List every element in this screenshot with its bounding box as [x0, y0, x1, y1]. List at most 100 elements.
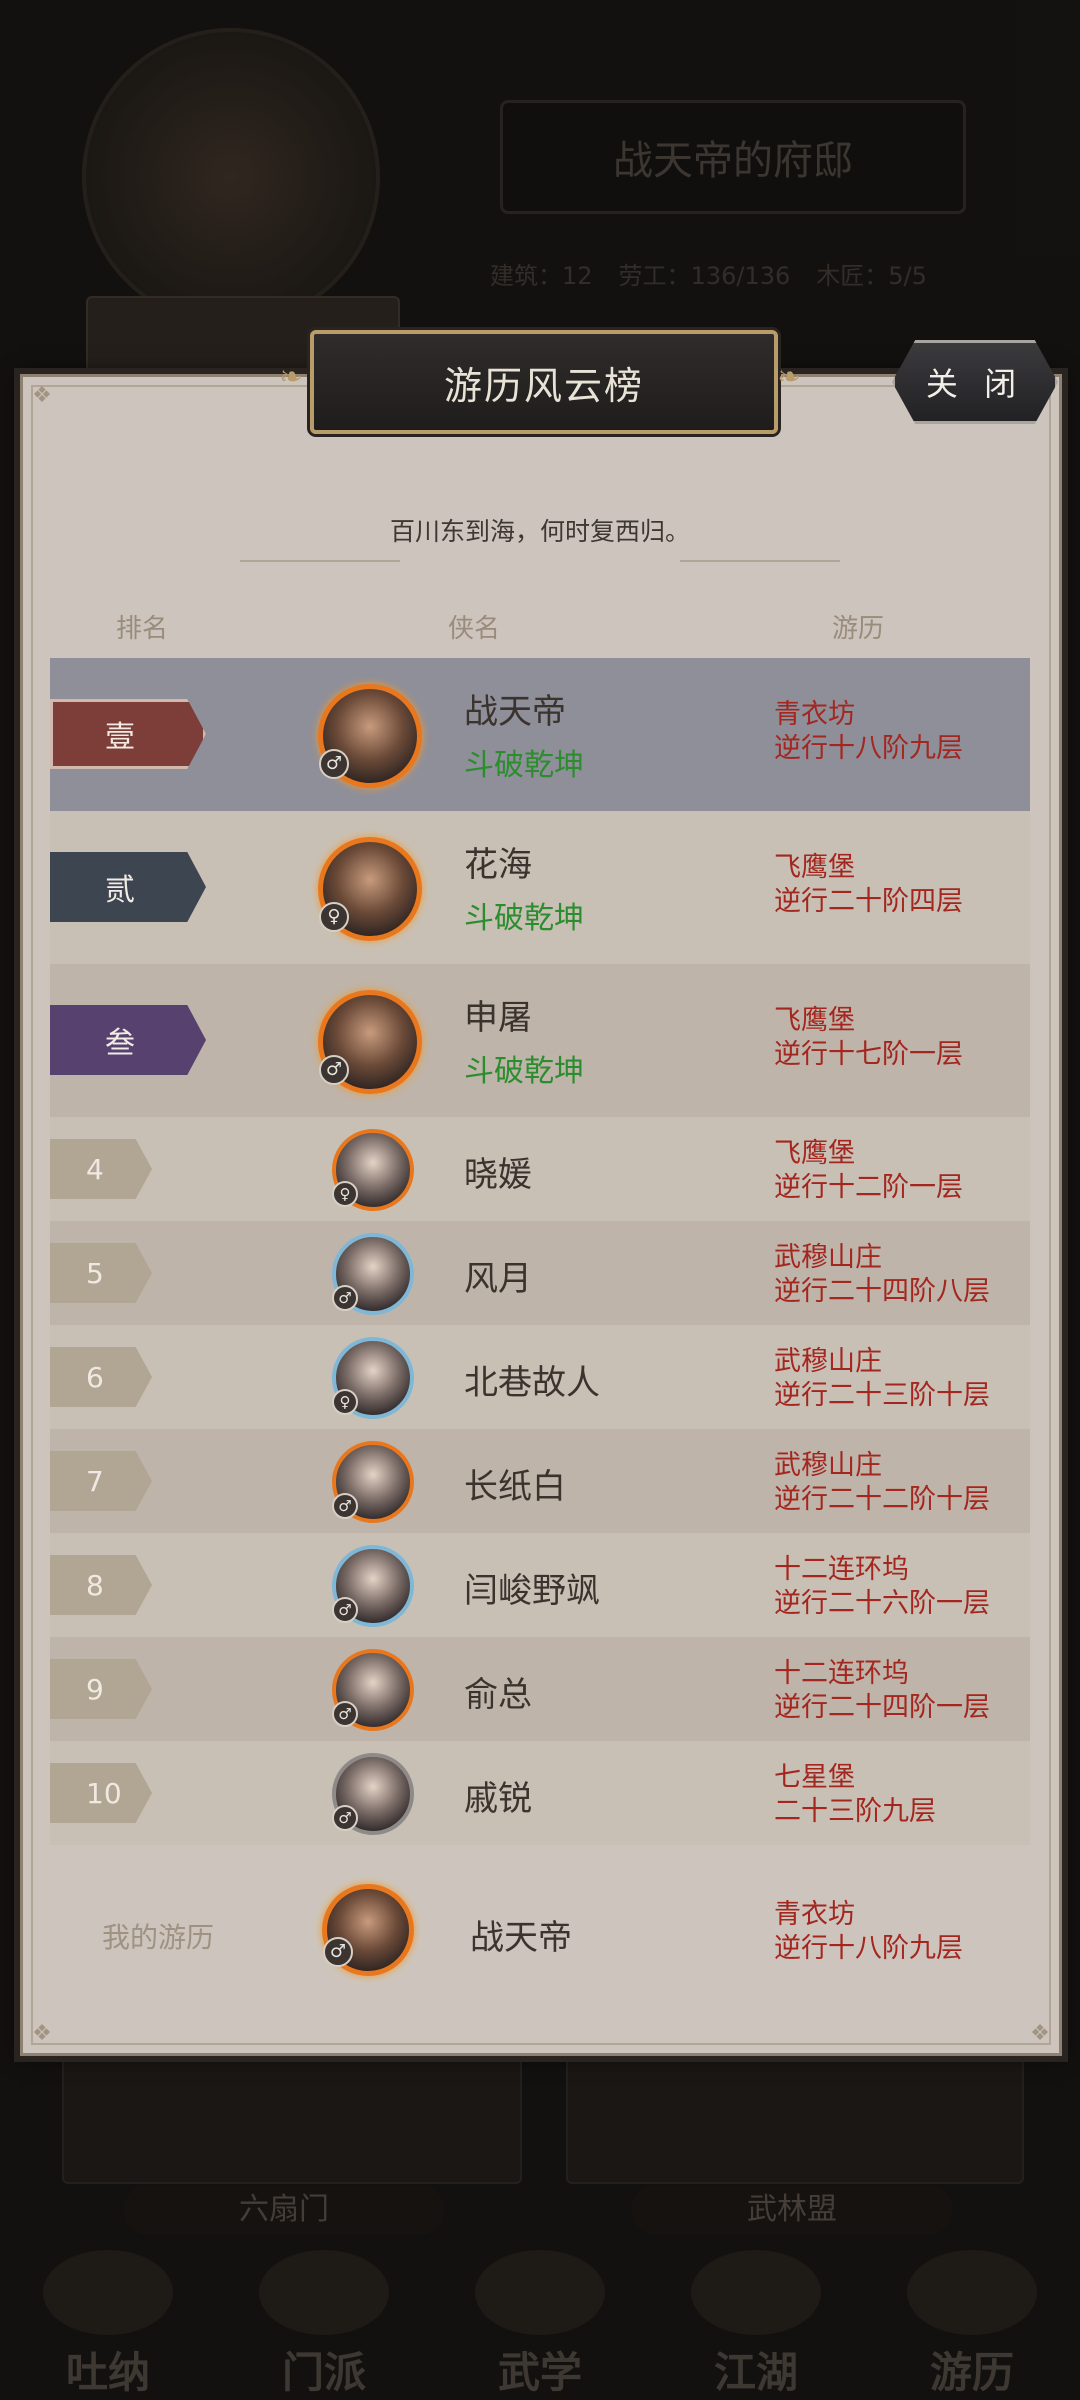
player-name: 戚锐	[464, 1779, 532, 1819]
rank-badge: 6	[50, 1347, 152, 1407]
travel-place: 武穆山庄	[774, 1346, 882, 1377]
motto-divider-left	[240, 560, 400, 562]
travel-place: 武穆山庄	[774, 1450, 882, 1481]
column-header-travel: 游历	[832, 614, 885, 644]
travel-level: 逆行二十四阶八层	[774, 1276, 990, 1307]
rank-badge: 7	[50, 1451, 152, 1511]
player-name: 北巷故人	[464, 1363, 600, 1403]
rank-number: 9	[86, 1672, 104, 1706]
travel-place: 青衣坊	[774, 1899, 855, 1930]
rank-number: 4	[86, 1152, 104, 1186]
travel-progress: 青衣坊 逆行十八阶九层	[774, 698, 963, 766]
player-avatar[interactable]: ♂	[332, 1649, 414, 1731]
player-avatar[interactable]: ♂	[318, 990, 422, 1094]
rank-number: 6	[86, 1360, 104, 1394]
player-avatar[interactable]: ♂	[332, 1233, 414, 1315]
ranking-row[interactable]: 10 ♂ 戚锐 七星堡 二十三阶九层	[50, 1741, 1030, 1845]
ranking-row[interactable]: 5 ♂ 风月 武穆山庄 逆行二十四阶八层	[50, 1221, 1030, 1325]
travel-progress: 飞鹰堡 逆行十二阶一层	[774, 1137, 963, 1205]
travel-place: 飞鹰堡	[774, 1138, 855, 1169]
ranking-row[interactable]: 贰 ♀ 花海 斗破乾坤 飞鹰堡 逆行二十阶四层	[50, 811, 1030, 964]
travel-progress: 十二连环坞 逆行二十四阶一层	[774, 1657, 990, 1725]
rank-badge: 壹	[50, 699, 206, 769]
my-travel-row: 我的游历 ♂ 战天帝 青衣坊 逆行十八阶九层	[50, 1862, 1030, 2002]
player-avatar[interactable]: ♀	[318, 837, 422, 941]
player-avatar[interactable]: ♀	[332, 1337, 414, 1419]
travel-place: 武穆山庄	[774, 1242, 882, 1273]
ranking-row[interactable]: 叁 ♂ 申屠 斗破乾坤 飞鹰堡 逆行十七阶一层	[50, 964, 1030, 1117]
title-ornament-icon: ❧	[279, 360, 303, 393]
travel-progress: 武穆山庄 逆行二十三阶十层	[774, 1345, 990, 1413]
travel-progress: 七星堡 二十三阶九层	[774, 1761, 936, 1829]
player-name: 申屠	[464, 998, 532, 1038]
travel-level: 逆行二十六阶一层	[774, 1588, 990, 1619]
travel-level: 逆行十二阶一层	[774, 1172, 963, 1203]
title-ornament-icon: ❧	[777, 360, 801, 393]
rank-badge: 5	[50, 1243, 152, 1303]
travel-progress: 武穆山庄 逆行二十四阶八层	[774, 1241, 990, 1309]
player-avatar[interactable]: ♂	[332, 1441, 414, 1523]
male-icon: ♂	[332, 1597, 358, 1623]
travel-level: 逆行十八阶九层	[774, 1933, 963, 1964]
ranking-row[interactable]: 9 ♂ 俞总 十二连环坞 逆行二十四阶一层	[50, 1637, 1030, 1741]
player-name: 闫峻野飒	[464, 1571, 600, 1611]
rank-number: 5	[86, 1256, 104, 1290]
travel-progress: 飞鹰堡 逆行二十阶四层	[774, 851, 963, 919]
close-button[interactable]: 关 闭	[892, 340, 1058, 424]
ranking-row[interactable]: 4 ♀ 晓媛 飞鹰堡 逆行十二阶一层	[50, 1117, 1030, 1221]
travel-level: 逆行二十阶四层	[774, 886, 963, 917]
male-icon: ♂	[332, 1493, 358, 1519]
player-name: 花海	[464, 845, 532, 885]
travel-level: 逆行十七阶一层	[774, 1039, 963, 1070]
modal-title-plate: 游历风云榜	[310, 330, 778, 434]
player-sect: 斗破乾坤	[464, 901, 584, 936]
female-icon: ♀	[319, 902, 349, 932]
female-icon: ♀	[332, 1389, 358, 1415]
player-avatar[interactable]: ♂	[332, 1545, 414, 1627]
my-name: 战天帝	[470, 1918, 572, 1958]
ranking-row[interactable]: 壹 ♂ 战天帝 斗破乾坤 青衣坊 逆行十八阶九层	[50, 658, 1030, 811]
travel-progress: 十二连环坞 逆行二十六阶一层	[774, 1553, 990, 1621]
corner-ornament-icon: ❖	[32, 2021, 52, 2046]
travel-level: 逆行十八阶九层	[774, 733, 963, 764]
corner-ornament-icon: ❖	[32, 383, 52, 408]
ranking-row[interactable]: 7 ♂ 长纸白 武穆山庄 逆行二十二阶十层	[50, 1429, 1030, 1533]
travel-place: 十二连环坞	[774, 1554, 909, 1585]
modal-title: 游历风云榜	[443, 363, 644, 408]
travel-place: 七星堡	[774, 1762, 855, 1793]
column-header-rank: 排名	[116, 614, 169, 644]
travel-progress: 武穆山庄 逆行二十二阶十层	[774, 1449, 990, 1517]
player-avatar[interactable]: ♂	[318, 684, 422, 788]
player-sect: 斗破乾坤	[464, 1054, 584, 1089]
player-name: 晓媛	[464, 1155, 532, 1195]
rank-number: 叁	[105, 1026, 135, 1061]
travel-level: 逆行二十四阶一层	[774, 1692, 990, 1723]
player-name: 俞总	[464, 1675, 532, 1715]
travel-level: 逆行二十二阶十层	[774, 1484, 990, 1515]
ranking-row[interactable]: 6 ♀ 北巷故人 武穆山庄 逆行二十三阶十层	[50, 1325, 1030, 1429]
motto-text: 百川东到海，何时复西归。	[389, 517, 690, 546]
player-avatar[interactable]: ♂	[332, 1753, 414, 1835]
rank-number: 10	[86, 1776, 122, 1810]
rank-number: 7	[86, 1464, 104, 1498]
rank-badge: 4	[50, 1139, 152, 1199]
my-travel-progress: 青衣坊 逆行十八阶九层	[774, 1898, 963, 1966]
ranking-list[interactable]: 壹 ♂ 战天帝 斗破乾坤 青衣坊 逆行十八阶九层 贰 ♀ 花海 斗破乾坤 飞鹰堡逆…	[50, 658, 1030, 1845]
travel-place: 飞鹰堡	[774, 852, 855, 883]
travel-place: 十二连环坞	[774, 1658, 909, 1689]
my-travel-label: 我的游历	[102, 1921, 215, 1954]
player-name: 长纸白	[464, 1467, 566, 1507]
travel-level: 逆行二十三阶十层	[774, 1380, 990, 1411]
player-sect: 斗破乾坤	[464, 748, 584, 783]
rank-badge: 10	[50, 1763, 152, 1823]
rank-badge: 9	[50, 1659, 152, 1719]
close-button-label: 关 闭	[925, 365, 1025, 403]
travel-place: 青衣坊	[774, 699, 855, 730]
rank-badge: 叁	[50, 1005, 206, 1075]
ranking-row[interactable]: 8 ♂ 闫峻野飒 十二连环坞 逆行二十六阶一层	[50, 1533, 1030, 1637]
rank-number: 8	[86, 1568, 104, 1602]
my-avatar[interactable]: ♂	[322, 1884, 414, 1976]
player-avatar[interactable]: ♀	[332, 1129, 414, 1211]
travel-progress: 飞鹰堡 逆行十七阶一层	[774, 1004, 963, 1072]
column-header-name: 侠名	[448, 614, 501, 644]
